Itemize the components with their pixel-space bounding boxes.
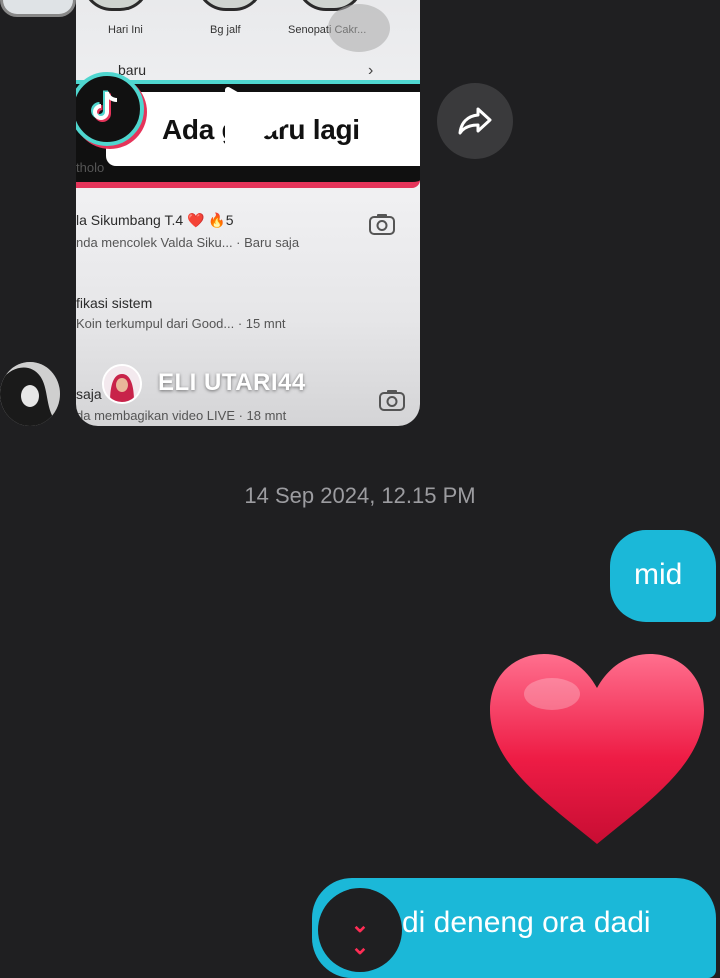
story-name: Hari Ini (108, 24, 143, 36)
chevron-double-down-icon: ⌄ ⌄ (350, 912, 370, 959)
sender-avatar[interactable] (0, 362, 60, 426)
notification-subtitle: nda mencolek Valda Siku... · Baru saja (76, 235, 300, 250)
notification-subtitle: Koin terkumpul dari Good... · 15 mnt (76, 316, 286, 331)
camera-icon (369, 214, 395, 235)
message-bubble[interactable]: mid (610, 530, 716, 622)
share-arrow-icon (458, 107, 492, 135)
author-avatar (102, 364, 142, 404)
share-button[interactable] (437, 83, 513, 159)
play-icon[interactable] (220, 84, 290, 160)
scroll-to-bottom-button[interactable]: ⌄ ⌄ (318, 888, 402, 972)
notification-partial: tholo (76, 160, 105, 175)
sticker-edge (0, 0, 76, 17)
story-row: Hari Ini Bg jalf Senopati Cakr... (76, 0, 420, 52)
message-timestamp: 14 Sep 2024, 12.15 PM (244, 483, 476, 508)
overlay-circle (328, 4, 390, 52)
message-text: di deneng ora dadi (402, 906, 651, 939)
author-username: ELI UTARI44 (158, 369, 306, 396)
notification-title: fikasi sistem (76, 295, 153, 311)
notification-title: saja (76, 386, 102, 402)
heart-emoji-message[interactable] (486, 652, 708, 848)
shared-video-card[interactable]: Hari Ini Bg jalf Senopati Cakr... baru ›… (76, 0, 420, 426)
notification-subtitle: da membagikan video LIVE · 18 mnt (76, 408, 287, 423)
message-text: mid (634, 558, 683, 591)
story-name: Bg jalf (210, 24, 241, 36)
story-avatar (82, 0, 150, 11)
chevron-right-icon: › (368, 62, 374, 79)
story-avatar (196, 0, 264, 11)
notification-title: la Sikumbang T.4 ❤️ 🔥5 (76, 212, 234, 228)
camera-icon (379, 390, 405, 411)
